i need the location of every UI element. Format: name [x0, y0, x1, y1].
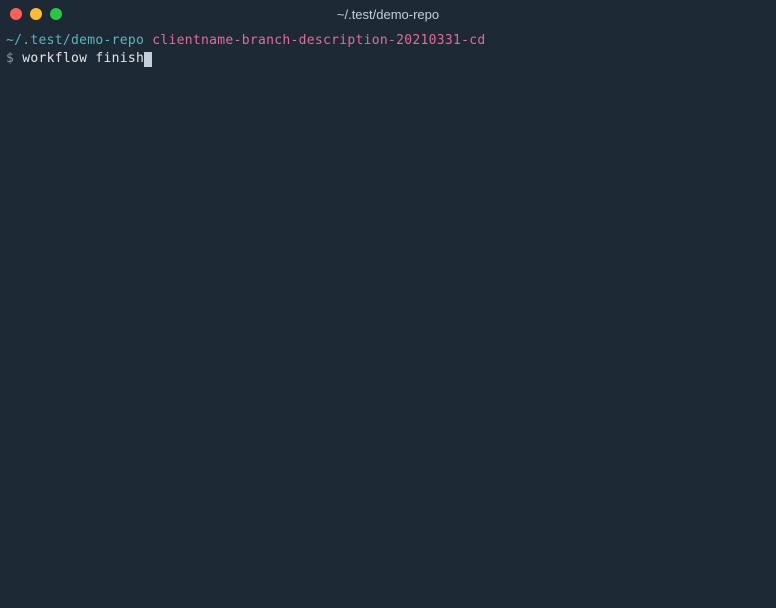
prompt-line: ~/.test/demo-repo clientname-branch-desc… [6, 32, 770, 50]
command-line: $ workflow finish [6, 50, 770, 68]
cursor-icon [144, 52, 152, 67]
cwd-path: ~/.test/demo-repo [6, 33, 144, 48]
prompt-symbol: $ [6, 51, 14, 66]
git-branch-name: clientname-branch-description-20210331-c… [152, 33, 485, 48]
maximize-icon[interactable] [50, 8, 62, 20]
command-text: workflow finish [22, 51, 144, 66]
terminal-body[interactable]: ~/.test/demo-repo clientname-branch-desc… [0, 28, 776, 608]
close-icon[interactable] [10, 8, 22, 20]
titlebar: ~/.test/demo-repo [0, 0, 776, 28]
traffic-lights [0, 8, 62, 20]
minimize-icon[interactable] [30, 8, 42, 20]
window-title: ~/.test/demo-repo [0, 7, 776, 22]
terminal-window: ~/.test/demo-repo ~/.test/demo-repo clie… [0, 0, 776, 608]
